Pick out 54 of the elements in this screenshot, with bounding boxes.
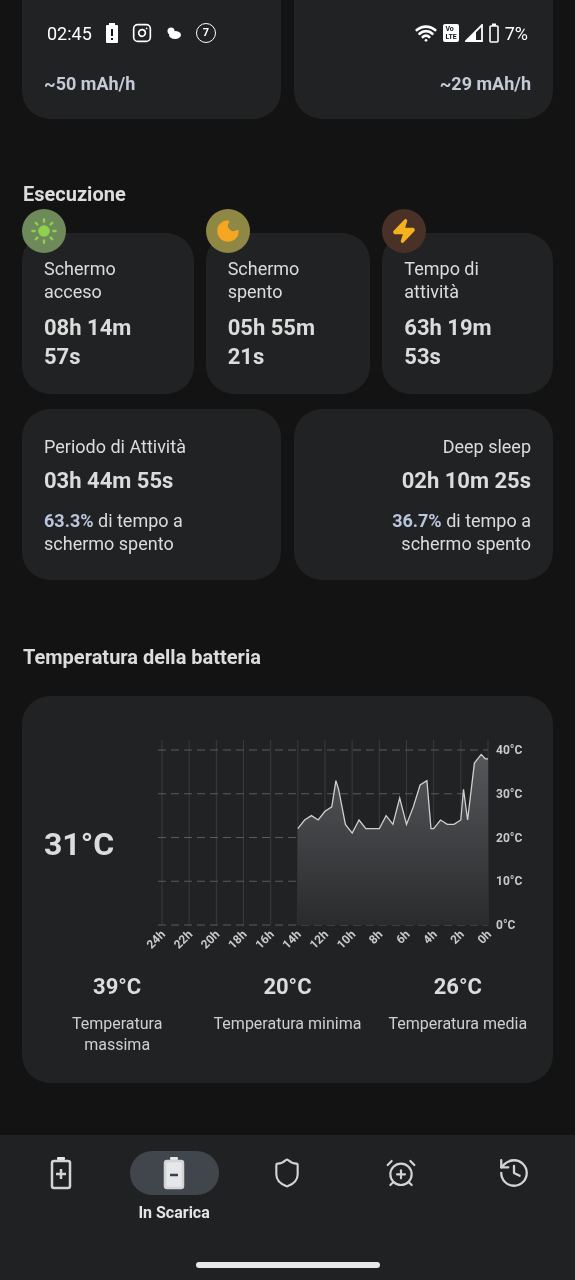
temperature-value: 20°C xyxy=(263,973,312,1001)
consumption-rate: ~29 mAh/h xyxy=(439,72,531,96)
axis-label: 30°C xyxy=(496,786,523,801)
stat-value: 63h 19m 53s xyxy=(404,314,493,371)
battery-percent: 7% xyxy=(504,21,528,46)
battery-plus-icon xyxy=(49,1156,72,1190)
temperature-label: Temperatura minima xyxy=(213,1013,362,1034)
alarm-clock-plus-icon xyxy=(384,1157,417,1189)
stat-value: 05h 55m 21s xyxy=(227,314,316,371)
wifi-icon xyxy=(415,22,438,44)
axis-label: 24h xyxy=(143,927,169,952)
axis-label: 20°C xyxy=(496,830,523,845)
axis-label: 8h xyxy=(365,927,386,947)
temperature-label: Temperatura massima xyxy=(70,1013,164,1055)
battery-icon xyxy=(488,23,499,43)
period-note: 63.3% di tempo a schermo spento xyxy=(44,509,184,555)
moon-icon xyxy=(205,209,250,253)
battery-minus-icon xyxy=(163,1156,186,1190)
axis-label: 20h xyxy=(198,927,223,952)
axis-label: 16h xyxy=(252,927,277,952)
consumption-rate: ~50 mAh/h xyxy=(44,72,136,96)
camera-icon xyxy=(131,23,152,43)
temperature-value: 39°C xyxy=(93,973,142,1001)
stat-label: Schermo spento xyxy=(227,257,301,303)
axis-label: 2h xyxy=(447,927,467,947)
axis-label: 12h xyxy=(306,927,332,952)
period-label: Periodo di Attività xyxy=(44,435,186,459)
section-title: Temperatura della batteria xyxy=(22,644,262,671)
clock: 02:45 xyxy=(47,21,92,46)
axis-label: 10h xyxy=(333,927,359,952)
axis-label: 4h xyxy=(420,927,440,947)
stat-value: 08h 14m 57s xyxy=(44,314,133,371)
period-value: 03h 44m 55s xyxy=(44,467,174,495)
period-value: 02h 10m 25s xyxy=(401,467,531,495)
temperature-value: 26°C xyxy=(433,973,482,1001)
axis-label: 22h xyxy=(170,927,196,952)
axis-label: 0h xyxy=(474,927,495,947)
stat-label: Tempo di attività xyxy=(404,257,480,303)
stat-label: Schermo acceso xyxy=(44,257,117,303)
period-label: Deep sleep xyxy=(442,435,531,459)
temperature-label: Temperatura media xyxy=(388,1013,528,1034)
signal-icon xyxy=(464,24,483,42)
period-note: 36.7% di tempo a schermo spento xyxy=(391,509,531,555)
axis-label: 0°C xyxy=(496,918,516,932)
axis-label: 14h xyxy=(279,927,304,952)
lightning-icon xyxy=(382,209,427,253)
axis-label: 10°C xyxy=(496,874,523,889)
axis-label: 40°C xyxy=(496,743,523,757)
axis-label: 18h xyxy=(225,927,250,952)
cloud-icon xyxy=(165,26,182,40)
axis-label: 6h xyxy=(393,927,413,947)
section-title: Esecuzione xyxy=(22,181,127,208)
sun-icon xyxy=(22,209,66,253)
current-temperature: 31°C xyxy=(44,825,115,863)
